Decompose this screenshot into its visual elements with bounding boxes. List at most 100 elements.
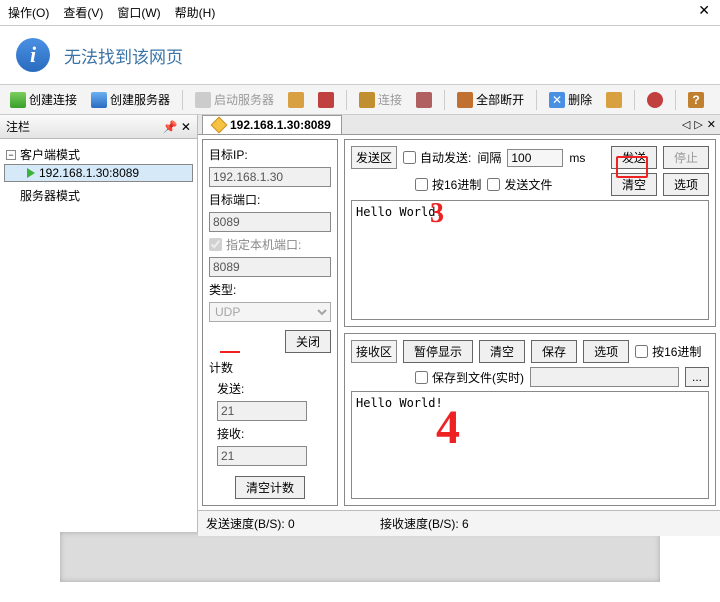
toolbar: 创建连接 创建服务器 启动服务器 连接 全部断开 ✕删除 ?: [0, 85, 720, 115]
target-port-label: 目标端口:: [209, 191, 331, 208]
interval-field[interactable]: [507, 149, 563, 167]
tab-bar: 192.168.1.30:8089 ◁ ▷ ✕: [198, 115, 720, 135]
recycle-icon: [606, 92, 622, 108]
hex-recv-checkbox[interactable]: [635, 345, 648, 358]
clear-recv-button[interactable]: 清空: [479, 340, 525, 363]
send-speed-label: 发送速度(B/S): 0: [206, 515, 356, 532]
help-icon-button[interactable]: ?: [684, 90, 708, 110]
tab-close-icon[interactable]: ✕: [707, 118, 716, 131]
menu-view[interactable]: 查看(V): [63, 4, 103, 21]
type-select[interactable]: UDP: [209, 302, 331, 322]
play-triangle-icon: [27, 168, 35, 178]
stop-icon-button[interactable]: [314, 90, 338, 110]
content-pane: 192.168.1.30:8089 ◁ ▷ ✕ 目标IP: 目标端口: 指定本机…: [198, 115, 720, 532]
send-file-checkbox[interactable]: [487, 178, 500, 191]
info-icon: i: [16, 38, 50, 72]
pause-display-button[interactable]: 暂停显示: [403, 340, 473, 363]
question-icon: ?: [688, 92, 704, 108]
x-icon: ✕: [549, 92, 565, 108]
create-connection-button[interactable]: 创建连接: [6, 89, 81, 110]
hex-send-check-row: 按16进制: [415, 176, 481, 193]
sidebar-header: 注栏 📌 ✕: [0, 115, 197, 139]
browse-button[interactable]: ...: [685, 367, 709, 387]
save-file-check-row: 保存到文件(实时): [415, 369, 524, 386]
recv-speed-label: 接收速度(B/S): 6: [380, 515, 530, 532]
close-button[interactable]: 关闭: [285, 330, 331, 353]
menu-bar: 操作(O) 查看(V) 窗口(W) 帮助(H) ✕: [0, 0, 720, 26]
recv-area-label: 接收区: [351, 340, 397, 363]
stop-button[interactable]: 停止: [663, 146, 709, 169]
plug-icon: [10, 92, 26, 108]
send-textarea[interactable]: Hello World!: [351, 200, 709, 320]
close-icon[interactable]: ✕: [698, 2, 710, 19]
connection-tree: − 客户端模式 192.168.1.30:8089 服务器模式: [0, 139, 197, 211]
unlink-icon-button[interactable]: [412, 90, 436, 110]
recv-textarea[interactable]: Hello World!: [351, 391, 709, 499]
save-file-checkbox[interactable]: [415, 371, 428, 384]
server-mode-node[interactable]: 服务器模式: [4, 186, 193, 205]
refresh-icon-button[interactable]: [602, 90, 626, 110]
link-icon: [359, 92, 375, 108]
sidebar-title: 注栏: [6, 118, 30, 135]
recv-count-label: 接收:: [209, 425, 331, 442]
send-count-field: [217, 401, 307, 421]
local-port-field[interactable]: [209, 257, 331, 277]
send-options-button[interactable]: 选项: [663, 173, 709, 196]
recv-options-button[interactable]: 选项: [583, 340, 629, 363]
sidebar: 注栏 📌 ✕ − 客户端模式 192.168.1.30:8089 服务器模式: [0, 115, 198, 532]
footer-shadow: [60, 532, 660, 582]
send-panel: 发送区 自动发送: 间隔 ms 发送 停止 按16进制 发送文件: [344, 139, 716, 327]
clear-send-button[interactable]: 清空: [611, 173, 657, 196]
send-area-label: 发送区: [351, 146, 397, 169]
connection-config-panel: 目标IP: 目标端口: 指定本机端口: 类型: UDP 关闭 计数 发送: 接收…: [202, 139, 338, 506]
page-title: 无法找到该网页: [64, 43, 183, 68]
collapse-icon[interactable]: −: [6, 150, 16, 160]
client-mode-node[interactable]: − 客户端模式: [4, 145, 193, 164]
save-button[interactable]: 保存: [531, 340, 577, 363]
auto-send-check-row: 自动发送:: [403, 149, 471, 166]
record-icon: [647, 92, 663, 108]
pin-icon[interactable]: 📌 ✕: [163, 120, 191, 134]
play-icon: [195, 92, 211, 108]
status-bar: 发送速度(B/S): 0 接收速度(B/S): 6: [198, 510, 720, 536]
target-ip-label: 目标IP:: [209, 146, 331, 163]
create-server-button[interactable]: 创建服务器: [87, 89, 174, 110]
disconnect-all-button[interactable]: 全部断开: [453, 89, 528, 110]
hex-recv-check-row: 按16进制: [635, 343, 701, 360]
tab-prev-icon[interactable]: ◁: [682, 118, 690, 131]
stop-icon: [318, 92, 334, 108]
menu-help[interactable]: 帮助(H): [175, 4, 216, 21]
send-count-label: 发送:: [209, 380, 331, 397]
ms-label: ms: [569, 151, 585, 165]
hex-send-checkbox[interactable]: [415, 178, 428, 191]
local-port-checkbox-row: 指定本机端口:: [209, 236, 331, 253]
local-port-checkbox[interactable]: [209, 238, 222, 251]
user-icon-button[interactable]: [284, 90, 308, 110]
tab-next-icon[interactable]: ▷: [694, 118, 702, 131]
auto-send-checkbox[interactable]: [403, 151, 416, 164]
count-label: 计数: [209, 359, 331, 376]
info-bar: i 无法找到该网页: [0, 26, 720, 85]
unlink-icon: [416, 92, 432, 108]
save-file-path-field[interactable]: [530, 367, 679, 387]
start-server-button[interactable]: 启动服务器: [191, 89, 278, 110]
send-file-check-row: 发送文件: [487, 176, 552, 193]
target-port-field[interactable]: [209, 212, 331, 232]
interval-label: 间隔: [477, 149, 501, 166]
menu-window[interactable]: 窗口(W): [117, 4, 160, 21]
type-label: 类型:: [209, 281, 331, 298]
diamond-icon: [211, 117, 228, 134]
delete-button[interactable]: ✕删除: [545, 89, 596, 110]
globe-icon: [91, 92, 107, 108]
connection-item[interactable]: 192.168.1.30:8089: [4, 164, 193, 182]
disconnect-icon: [457, 92, 473, 108]
send-button[interactable]: 发送: [611, 146, 657, 169]
connection-tab[interactable]: 192.168.1.30:8089: [202, 115, 342, 134]
recv-panel: 接收区 暂停显示 清空 保存 选项 按16进制 保存到文件(实时) ... He…: [344, 333, 716, 506]
user-icon: [288, 92, 304, 108]
target-ip-field[interactable]: [209, 167, 331, 187]
record-icon-button[interactable]: [643, 90, 667, 110]
connect-button[interactable]: 连接: [355, 89, 406, 110]
menu-operate[interactable]: 操作(O): [8, 4, 49, 21]
clear-count-button[interactable]: 清空计数: [235, 476, 305, 499]
